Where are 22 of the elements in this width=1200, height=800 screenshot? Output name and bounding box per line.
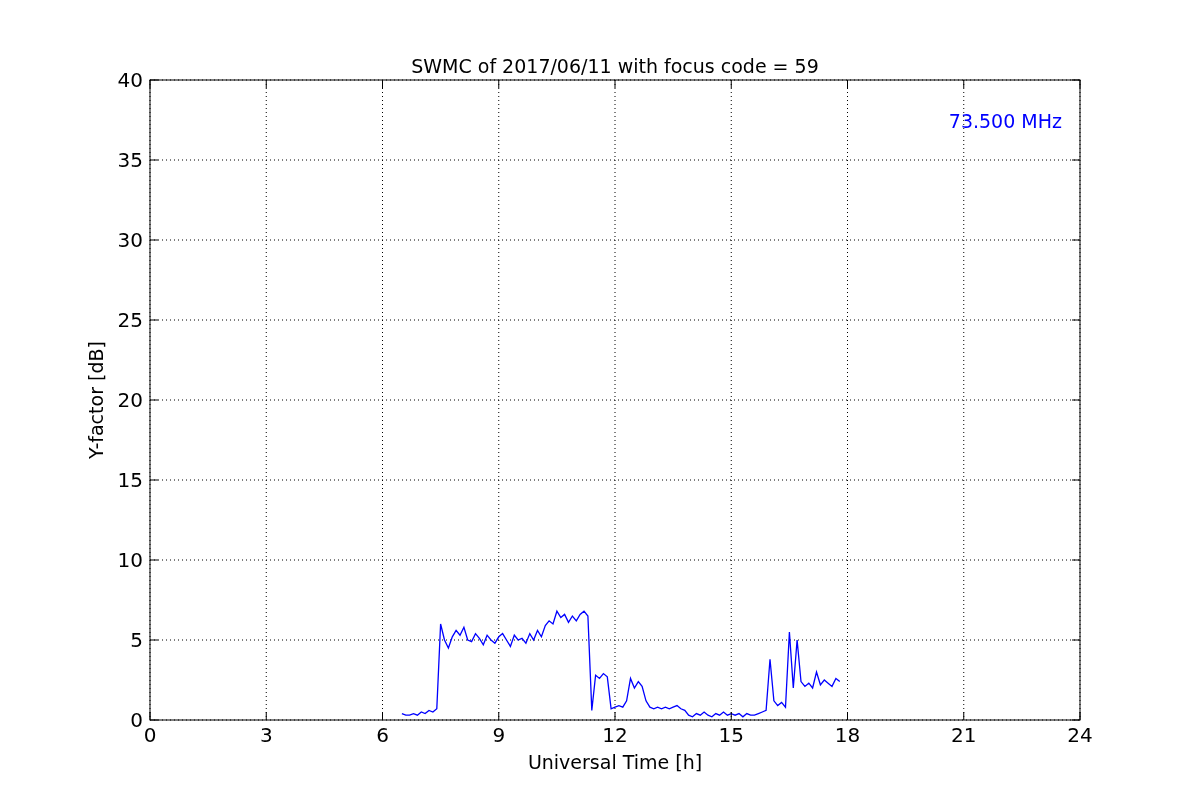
- frequency-label: 73.500 MHz: [948, 110, 1062, 132]
- y-tick-label: 0: [130, 708, 143, 732]
- chart-title: SWMC of 2017/06/11 with focus code = 59: [411, 55, 819, 77]
- x-tick-label: 6: [376, 723, 389, 747]
- x-tick-label: 12: [602, 723, 628, 747]
- x-tick-label: 15: [718, 723, 744, 747]
- y-tick-label: 10: [117, 548, 143, 572]
- y-tick-label: 5: [130, 628, 143, 652]
- y-tick-label: 35: [117, 148, 143, 172]
- x-tick-label: 9: [492, 723, 506, 747]
- y-tick-label: 30: [117, 228, 143, 252]
- x-tick-label: 21: [951, 723, 977, 747]
- x-axis-label: Universal Time [h]: [527, 751, 703, 773]
- x-tick-label: 0: [143, 723, 157, 747]
- x-tick-label: 18: [834, 723, 861, 747]
- x-tick-label: 24: [1067, 723, 1093, 747]
- y-tick-label: 15: [117, 468, 143, 492]
- y-tick-label: 40: [117, 68, 143, 92]
- y-axis-label: Y-factor [dB]: [85, 341, 107, 459]
- x-tick-label: 3: [259, 723, 273, 747]
- y-tick-label: 20: [117, 388, 143, 412]
- y-tick-label: 25: [117, 308, 143, 332]
